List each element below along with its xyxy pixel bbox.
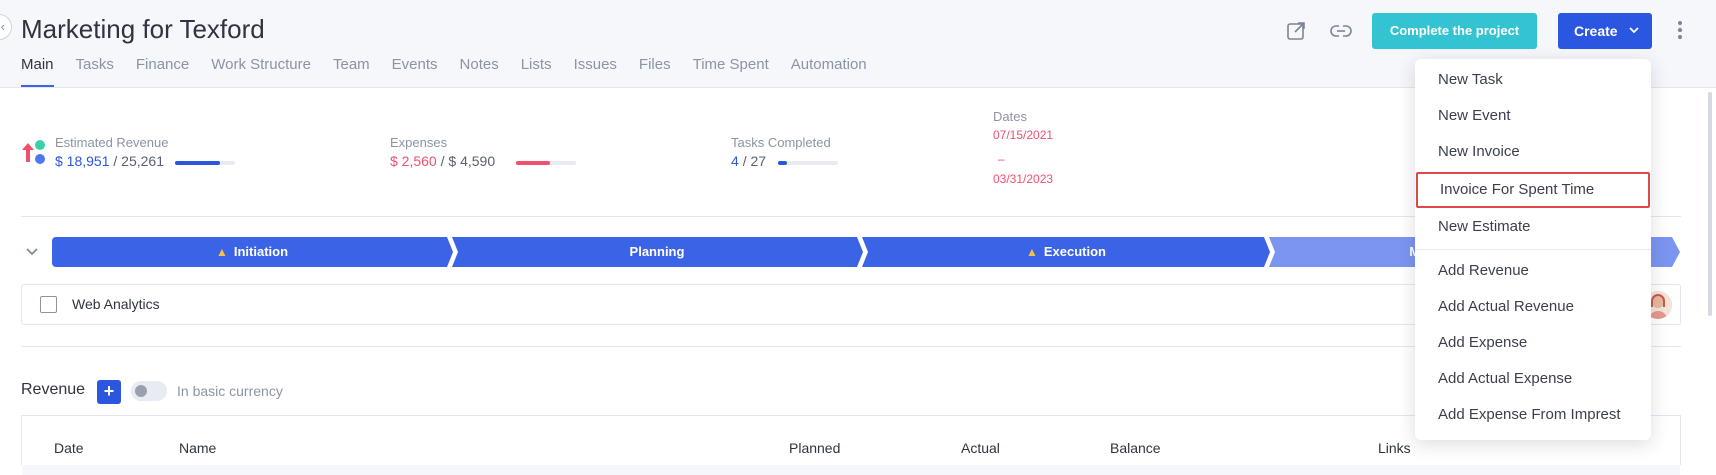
tab-lists[interactable]: Lists <box>521 54 552 87</box>
task-checkbox[interactable] <box>40 296 57 313</box>
revenue-table-body <box>22 465 1680 475</box>
phase-label: Planning <box>629 244 685 259</box>
column-actual[interactable]: Actual <box>961 440 1000 456</box>
tasks-completed-count: 4 <box>731 153 739 169</box>
tab-notes[interactable]: Notes <box>460 54 499 87</box>
warning-icon: ▲ <box>1025 245 1038 259</box>
create-button-label: Create <box>1574 23 1618 39</box>
start-date: 07/15/2021 <box>993 128 1054 142</box>
collapse-phases-chevron-icon[interactable] <box>24 244 40 260</box>
back-icon[interactable]: ‹ <box>0 14 12 40</box>
basic-currency-toggle[interactable] <box>131 381 167 401</box>
tab-events[interactable]: Events <box>392 54 438 87</box>
expenses-amount: $ 2,560 <box>390 153 437 169</box>
estimated-revenue-amount: $ 18,951 <box>55 153 110 169</box>
menu-item-add-revenue[interactable]: Add Revenue <box>1415 253 1651 289</box>
tasks-completed-total: / 27 <box>742 153 767 169</box>
tasks-completed-label: Tasks Completed <box>731 135 831 150</box>
estimated-revenue-total: / 25,261 <box>113 153 164 169</box>
create-button[interactable]: Create <box>1558 13 1652 49</box>
warning-icon: ▲ <box>215 245 228 259</box>
menu-item-invoice-for-spent-time[interactable]: Invoice For Spent Time <box>1416 172 1650 208</box>
tab-files[interactable]: Files <box>639 54 671 87</box>
estimated-revenue-value: $ 18,951 / 25,261 <box>55 153 164 169</box>
expenses-progress-fill <box>516 161 550 165</box>
menu-item-new-event[interactable]: New Event <box>1415 98 1651 134</box>
phase-label: Initiation <box>233 244 289 259</box>
revenue-progress-fill <box>175 161 220 165</box>
tab-finance[interactable]: Finance <box>136 54 189 87</box>
tasks-progress-bar <box>778 161 838 165</box>
menu-item-new-invoice[interactable]: New Invoice <box>1415 134 1651 170</box>
menu-separator <box>1415 249 1651 250</box>
column-links[interactable]: Links <box>1378 440 1411 456</box>
phase-label: Execution <box>1043 244 1106 259</box>
expenses-progress-bar <box>516 161 576 165</box>
tab-team[interactable]: Team <box>333 54 370 87</box>
phase-execution[interactable]: ▲ Execution <box>862 237 1270 267</box>
page-title: Marketing for Texford <box>21 14 265 44</box>
column-name[interactable]: Name <box>179 440 216 456</box>
add-revenue-button[interactable]: + <box>97 380 121 404</box>
project-tabs: Main Tasks Finance Work Structure Team E… <box>21 54 867 87</box>
tab-work-structure[interactable]: Work Structure <box>211 54 311 87</box>
revenue-section-title: Revenue <box>21 381 86 398</box>
basic-currency-label: In basic currency <box>177 383 283 399</box>
expenses-label: Expenses <box>390 135 448 150</box>
task-name: Web Analytics <box>72 296 160 312</box>
more-vertical-icon[interactable] <box>1672 18 1688 44</box>
end-date: 03/31/2023 <box>993 172 1054 186</box>
create-menu: New Task New Event New Invoice Invoice F… <box>1415 59 1651 440</box>
menu-item-add-expense-from-imprest[interactable]: Add Expense From Imprest <box>1415 397 1651 433</box>
tab-automation[interactable]: Automation <box>791 54 867 87</box>
tab-main[interactable]: Main <box>21 54 54 87</box>
revenue-progress-bar <box>175 161 235 165</box>
menu-item-add-actual-expense[interactable]: Add Actual Expense <box>1415 361 1651 397</box>
date-separator: – <box>998 152 1005 166</box>
menu-item-add-actual-revenue[interactable]: Add Actual Revenue <box>1415 289 1651 325</box>
dates-label: Dates <box>993 109 1027 124</box>
menu-item-new-estimate[interactable]: New Estimate <box>1415 209 1651 245</box>
column-planned[interactable]: Planned <box>789 440 840 456</box>
menu-item-add-expense[interactable]: Add Expense <box>1415 325 1651 361</box>
tab-issues[interactable]: Issues <box>574 54 617 87</box>
menu-item-new-task[interactable]: New Task <box>1415 62 1651 98</box>
page-scrollbar[interactable] <box>1708 92 1712 316</box>
complete-project-button[interactable]: Complete the project <box>1372 13 1537 49</box>
tasks-completed-value: 4 / 27 <box>731 153 766 169</box>
tab-tasks[interactable]: Tasks <box>76 54 114 87</box>
project-logo-icon <box>20 140 46 166</box>
expenses-value: $ 2,560 / $ 4,590 <box>390 153 495 169</box>
column-date[interactable]: Date <box>54 440 84 456</box>
expenses-total: / $ 4,590 <box>440 153 496 169</box>
phase-planning[interactable]: Planning <box>452 237 862 267</box>
external-link-icon[interactable] <box>1285 20 1309 44</box>
chevron-down-icon <box>1628 13 1640 62</box>
estimated-revenue-label: Estimated Revenue <box>55 135 169 150</box>
link-icon[interactable] <box>1329 20 1353 44</box>
phase-initiation[interactable]: ▲ Initiation <box>52 237 452 267</box>
tab-time-spent[interactable]: Time Spent <box>693 54 769 87</box>
column-balance[interactable]: Balance <box>1110 440 1161 456</box>
tasks-progress-fill <box>778 161 787 165</box>
